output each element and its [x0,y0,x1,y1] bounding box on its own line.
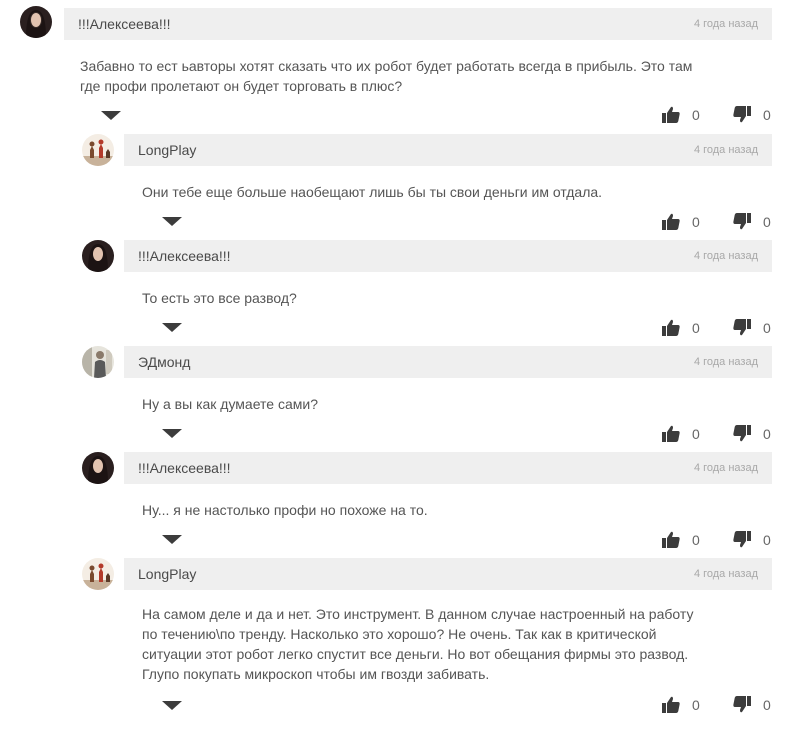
comment: ЭДмонд 4 года назад Ну а вы как думаете … [0,346,807,446]
dislike-count: 0 [763,319,771,336]
comment-header: LongPlay 4 года назад [124,558,772,590]
comment-timestamp[interactable]: 4 года назад [694,144,758,156]
expand-replies-toggle[interactable] [162,217,182,226]
thumbs-down-icon [733,319,751,336]
expand-replies-toggle[interactable] [162,701,182,710]
comment-text: Забавно то ест ьавторы хотят сказать что… [80,58,693,94]
like-count: 0 [692,531,700,548]
comment: !!!Алексеева!!! 4 года назад Ну... я не … [0,452,807,552]
dislike-button[interactable]: 0 [733,696,771,713]
comment-header: !!!Алексеева!!! 4 года назад [64,8,772,40]
thumbs-up-icon [662,319,680,336]
expand-replies-toggle[interactable] [162,535,182,544]
avatar-dark-hair-icon [82,452,114,484]
dislike-count: 0 [763,425,771,442]
thumbs-up-icon [662,425,680,442]
author-name[interactable]: LongPlay [138,566,196,582]
avatar-chess-icon [82,558,114,590]
comment-text: Ну а вы как думаете сами? [142,396,318,412]
thumbs-down-icon [733,425,751,442]
like-button[interactable]: 0 [662,213,700,230]
thumbs-down-icon [733,696,751,713]
like-button[interactable]: 0 [662,531,700,548]
thumbs-down-icon [733,106,751,123]
comment-text: То есть это все развод? [142,290,297,306]
comment-text: Ну... я не настолько профи но похоже на … [142,502,428,518]
author-name[interactable]: ЭДмонд [138,354,190,370]
comment: LongPlay 4 года назад На самом деле и да… [0,558,807,728]
expand-replies-toggle[interactable] [162,429,182,438]
comment-timestamp[interactable]: 4 года назад [694,18,758,30]
like-count: 0 [692,425,700,442]
comment-timestamp[interactable]: 4 года назад [694,462,758,474]
comment-timestamp[interactable]: 4 года назад [694,356,758,368]
like-button[interactable]: 0 [662,696,700,713]
dislike-count: 0 [763,213,771,230]
dislike-button[interactable]: 0 [733,319,771,336]
dislike-count: 0 [763,696,771,713]
like-count: 0 [692,106,700,123]
dislike-button[interactable]: 0 [733,106,771,123]
author-name[interactable]: !!!Алексеева!!! [138,460,231,476]
expand-replies-toggle[interactable] [101,111,121,120]
comment-timestamp[interactable]: 4 года назад [694,568,758,580]
author-name[interactable]: !!!Алексеева!!! [138,248,231,264]
user-avatar[interactable] [20,6,52,38]
author-name[interactable]: LongPlay [138,142,196,158]
user-avatar[interactable] [82,240,114,272]
like-button[interactable]: 0 [662,319,700,336]
avatar-dark-hair-icon [82,240,114,272]
dislike-button[interactable]: 0 [733,531,771,548]
user-avatar[interactable] [82,452,114,484]
thumbs-down-icon [733,531,751,548]
thumbs-up-icon [662,213,680,230]
like-button[interactable]: 0 [662,106,700,123]
like-count: 0 [692,319,700,336]
thumbs-up-icon [662,696,680,713]
dislike-button[interactable]: 0 [733,425,771,442]
user-avatar[interactable] [82,558,114,590]
comment-text: Они тебе еще больше наобещают лишь бы ты… [142,184,603,200]
avatar-chess-icon [82,134,114,166]
dislike-button[interactable]: 0 [733,213,771,230]
like-button[interactable]: 0 [662,425,700,442]
expand-replies-toggle[interactable] [162,323,182,332]
comment-timestamp[interactable]: 4 года назад [694,250,758,262]
dislike-count: 0 [763,531,771,548]
user-avatar[interactable] [82,134,114,166]
dislike-count: 0 [763,106,771,123]
like-count: 0 [692,696,700,713]
thumbs-up-icon [662,531,680,548]
thumbs-up-icon [662,106,680,123]
comment-header: ЭДмонд 4 года назад [124,346,772,378]
comment: LongPlay 4 года назад Они тебе еще больш… [0,134,807,234]
avatar-figure-icon [82,346,114,378]
like-count: 0 [692,213,700,230]
comment-header: !!!Алексеева!!! 4 года назад [124,452,772,484]
comment-header: !!!Алексеева!!! 4 года назад [124,240,772,272]
user-avatar[interactable] [82,346,114,378]
comment-text: На самом деле и да и нет. Это инструмент… [142,606,694,682]
comment: !!!Алексеева!!! 4 года назад То есть это… [0,240,807,340]
avatar-dark-hair-icon [20,6,52,38]
comment: !!!Алексеева!!! 4 года назад Забавно то … [0,6,807,128]
comment-header: LongPlay 4 года назад [124,134,772,166]
thumbs-down-icon [733,213,751,230]
author-name[interactable]: !!!Алексеева!!! [78,16,171,32]
